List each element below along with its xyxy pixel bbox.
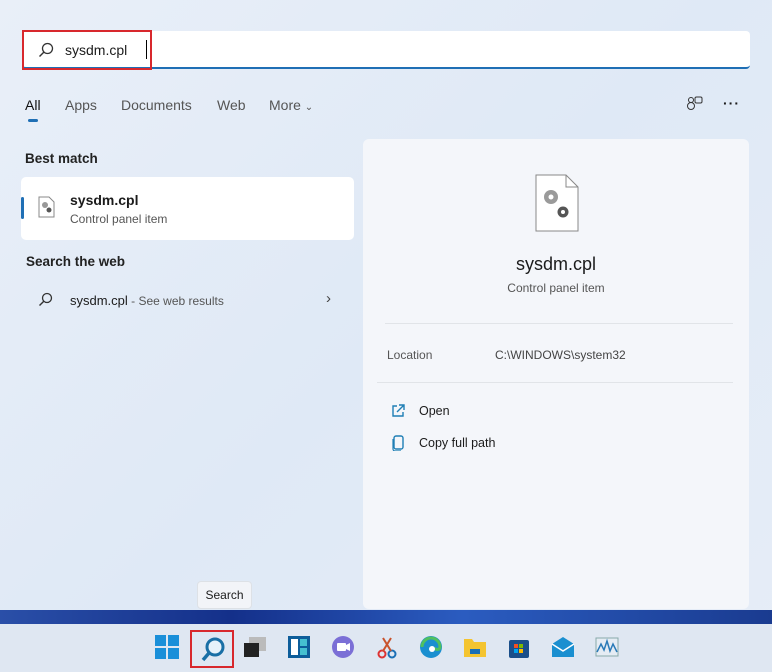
tab-more[interactable]: More ⌄	[269, 97, 313, 113]
chevron-down-icon: ⌄	[304, 102, 314, 113]
tab-more-label: More	[269, 97, 301, 113]
start-icon[interactable]	[155, 635, 181, 661]
copy-path-label: Copy full path	[419, 436, 496, 450]
web-result-item[interactable]: sysdm.cpl - See web results ›	[21, 284, 354, 318]
best-match-subtitle: Control panel item	[70, 212, 168, 226]
tab-documents[interactable]: Documents	[121, 97, 192, 113]
divider	[385, 323, 733, 324]
tab-apps[interactable]: Apps	[65, 97, 97, 113]
open-external-icon	[392, 404, 405, 417]
search-box[interactable]: sysdm.cpl	[22, 30, 750, 70]
snipping-tool-icon[interactable]	[375, 635, 401, 661]
detail-subtitle: Control panel item	[507, 281, 605, 295]
open-action[interactable]: Open	[383, 401, 583, 423]
desktop-wallpaper	[0, 610, 772, 624]
performance-monitor-icon[interactable]	[595, 635, 621, 661]
search-web-heading: Search the web	[26, 254, 126, 269]
mail-icon[interactable]	[551, 635, 577, 661]
copy-path-action[interactable]: Copy full path	[383, 433, 583, 455]
chevron-right-icon: ›	[326, 290, 331, 307]
store-icon[interactable]	[507, 635, 533, 661]
account-switch-icon[interactable]	[686, 95, 704, 111]
location-value: C:\WINDOWS\system32	[495, 348, 626, 362]
tab-web[interactable]: Web	[217, 97, 246, 113]
tab-all[interactable]: All	[25, 97, 41, 113]
web-result-suffix: - See web results	[127, 294, 224, 308]
best-match-item[interactable]: sysdm.cpl Control panel item	[21, 177, 354, 240]
selection-indicator	[21, 197, 24, 219]
search-icon	[39, 292, 53, 306]
search-tooltip: Search	[197, 581, 252, 609]
best-match-heading: Best match	[25, 151, 98, 166]
control-panel-file-icon	[535, 174, 579, 232]
open-label: Open	[419, 404, 450, 418]
taskbar-search-button[interactable]	[190, 630, 234, 668]
active-tab-indicator	[28, 119, 38, 122]
best-match-title: sysdm.cpl	[70, 192, 139, 208]
location-label: Location	[387, 348, 433, 362]
copy-icon	[392, 435, 404, 451]
teams-chat-icon[interactable]	[331, 635, 357, 661]
web-result-query: sysdm.cpl	[70, 293, 128, 308]
file-explorer-icon[interactable]	[463, 635, 489, 661]
more-options-icon[interactable]: ···	[723, 95, 740, 111]
search-icon	[201, 637, 225, 662]
widgets-icon[interactable]	[287, 635, 313, 661]
edge-icon[interactable]	[419, 635, 445, 661]
task-view-icon[interactable]	[243, 635, 269, 661]
detail-title: sysdm.cpl	[515, 254, 596, 274]
control-panel-file-icon	[38, 196, 55, 218]
detail-pane: sysdm.cpl Control panel item Location C:…	[363, 139, 749, 609]
divider	[377, 382, 733, 383]
highlight-box	[22, 30, 152, 70]
